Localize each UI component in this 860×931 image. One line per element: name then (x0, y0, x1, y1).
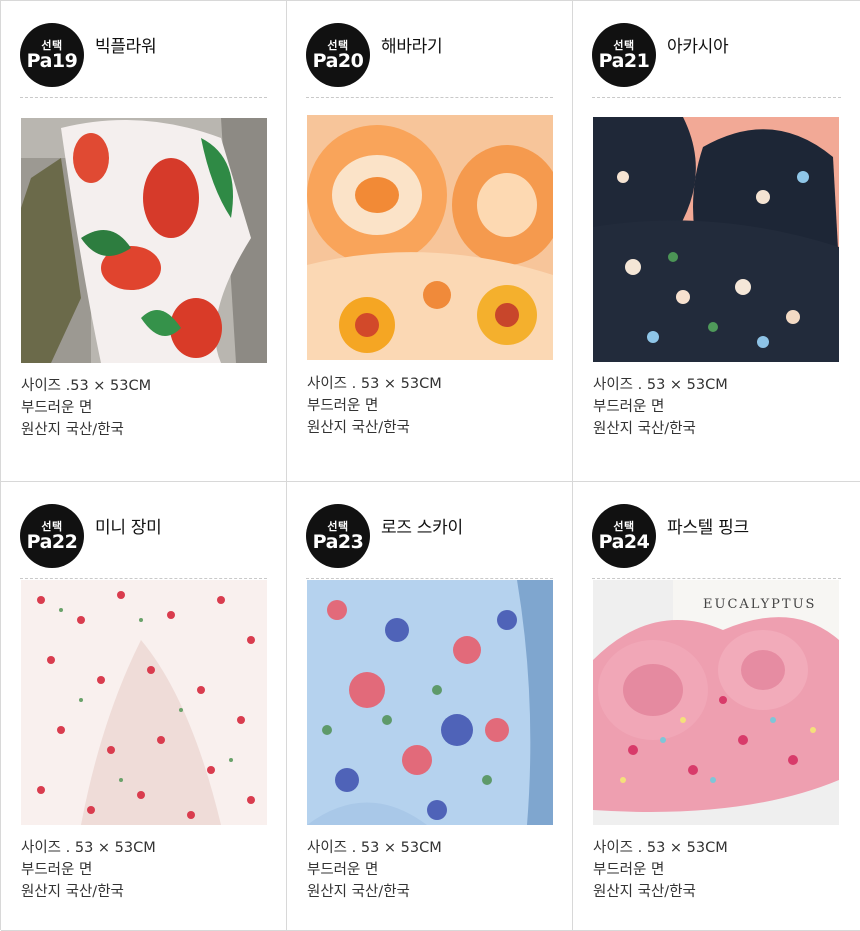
badge-code: Pa23 (312, 531, 364, 553)
product-card-pa24[interactable]: 선택 Pa24 파스텔 핑크 EUCALYPTUS 사이즈 . 53 × 53C… (573, 482, 860, 931)
product-specs: 사이즈 . 53 × 53CM 부드러운 면 원산지 국산/한국 (593, 374, 728, 440)
product-card-pa19[interactable]: 선택 Pa19 빅플라워 사이즈 .53 × 53CM 부드러운 면 원산지 국… (1, 1, 287, 482)
divider (306, 97, 553, 98)
product-card-pa21[interactable]: 선택 Pa21 아카시아 사이즈 . 53 × 53CM 부드러운 면 원산지 … (573, 1, 860, 482)
spec-material: 부드러운 면 (307, 398, 379, 414)
product-photo[interactable] (307, 115, 553, 360)
product-name: 미니 장미 (95, 518, 162, 538)
product-specs: 사이즈 . 53 × 53CM 부드러운 면 원산지 국산/한국 (307, 373, 442, 439)
select-badge[interactable]: 선택 Pa22 (20, 504, 84, 568)
product-name: 로즈 스카이 (381, 518, 463, 538)
product-photo[interactable] (307, 580, 553, 825)
spec-material: 부드러운 면 (21, 862, 93, 878)
badge-code: Pa24 (598, 531, 650, 553)
spec-material: 부드러운 면 (593, 862, 665, 878)
badge-code: Pa20 (312, 50, 364, 72)
product-specs: 사이즈 . 53 × 53CM 부드러운 면 원산지 국산/한국 (21, 837, 156, 903)
product-name: 해바라기 (381, 37, 443, 57)
product-card-pa22[interactable]: 선택 Pa22 미니 장미 사이즈 . 53 × 53CM 부드러운 면 원산지… (1, 482, 287, 931)
select-badge[interactable]: 선택 Pa20 (306, 23, 370, 87)
divider (20, 97, 267, 98)
product-photo[interactable] (21, 580, 267, 825)
spec-material: 부드러운 면 (307, 862, 379, 878)
product-photo[interactable] (593, 117, 839, 362)
spec-origin: 원산지 국산/한국 (593, 421, 696, 437)
spec-origin: 원산지 국산/한국 (307, 884, 410, 900)
product-card-pa23[interactable]: 선택 Pa23 로즈 스카이 사이즈 . 53 × 53CM 부드러운 면 원산… (287, 482, 573, 931)
product-card-pa20[interactable]: 선택 Pa20 해바라기 사이즈 . 53 × 53CM 부드러운 면 원산지 … (287, 1, 573, 482)
divider (592, 97, 841, 98)
product-name: 아카시아 (667, 37, 729, 57)
product-photo[interactable]: EUCALYPTUS (593, 580, 839, 825)
product-name: 빅플라워 (95, 37, 157, 57)
spec-origin: 원산지 국산/한국 (593, 884, 696, 900)
spec-origin: 원산지 국산/한국 (307, 420, 410, 436)
divider (306, 578, 553, 579)
select-badge[interactable]: 선택 Pa19 (20, 23, 84, 87)
book-title-text: EUCALYPTUS (703, 597, 816, 612)
divider (592, 578, 841, 579)
product-specs: 사이즈 .53 × 53CM 부드러운 면 원산지 국산/한국 (21, 375, 151, 441)
spec-material: 부드러운 면 (593, 399, 665, 415)
select-badge[interactable]: 선택 Pa23 (306, 504, 370, 568)
spec-size: 사이즈 . 53 × 53CM (307, 840, 442, 856)
badge-code: Pa22 (26, 531, 78, 553)
select-badge[interactable]: 선택 Pa24 (592, 504, 656, 568)
spec-origin: 원산지 국산/한국 (21, 884, 124, 900)
spec-material: 부드러운 면 (21, 400, 93, 416)
spec-size: 사이즈 .53 × 53CM (21, 378, 152, 394)
product-name: 파스텔 핑크 (667, 518, 749, 538)
product-specs: 사이즈 . 53 × 53CM 부드러운 면 원산지 국산/한국 (307, 837, 442, 903)
product-photo[interactable] (21, 118, 267, 363)
spec-size: 사이즈 . 53 × 53CM (307, 376, 442, 392)
spec-size: 사이즈 . 53 × 53CM (593, 840, 728, 856)
spec-size: 사이즈 . 53 × 53CM (21, 840, 156, 856)
spec-size: 사이즈 . 53 × 53CM (593, 377, 728, 393)
badge-code: Pa21 (598, 50, 650, 72)
product-specs: 사이즈 . 53 × 53CM 부드러운 면 원산지 국산/한국 (593, 837, 728, 903)
spec-origin: 원산지 국산/한국 (21, 422, 124, 438)
product-grid: 선택 Pa19 빅플라워 사이즈 .53 × 53CM 부드러운 면 원산지 국… (0, 0, 860, 931)
badge-code: Pa19 (26, 50, 78, 72)
select-badge[interactable]: 선택 Pa21 (592, 23, 656, 87)
divider (20, 578, 267, 579)
